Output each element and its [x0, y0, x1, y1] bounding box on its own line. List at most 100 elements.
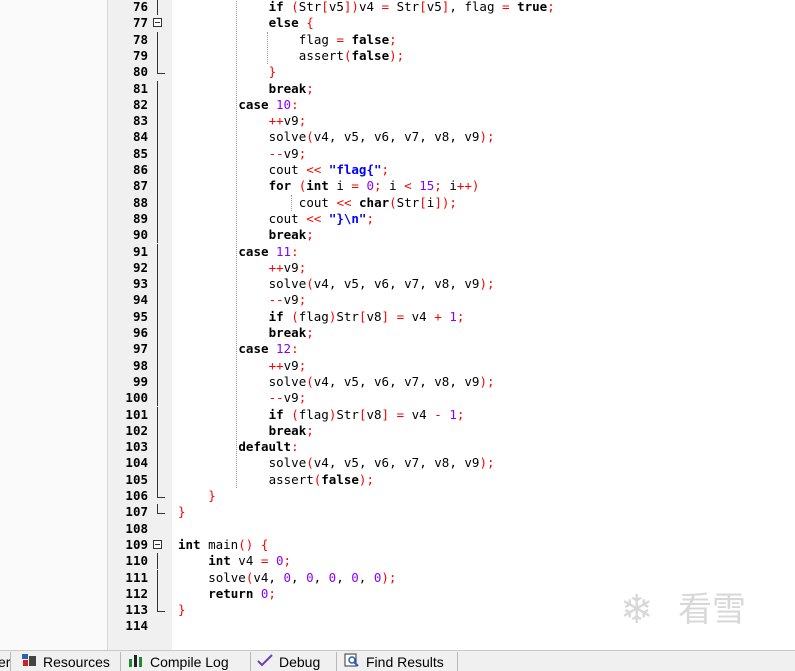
tab-compile-log-label: Compile Log [150, 654, 229, 670]
line-number: 108 [125, 520, 148, 536]
code-line[interactable]: 109 int main() { [108, 537, 795, 553]
fold-guide-line [157, 80, 158, 97]
code-text: int v4 = 0; [208, 553, 292, 569]
line-number: 95 [132, 308, 148, 324]
fold-guide-line [157, 145, 158, 162]
code-text: case 12: [238, 341, 299, 357]
code-line[interactable]: 91 case 11: [108, 243, 795, 260]
fold-guide-line [157, 47, 158, 65]
line-number: 76 [132, 0, 148, 14]
code-text: ++v9; [268, 357, 307, 373]
fold-guide-line [157, 210, 158, 228]
indent-guide [290, 194, 292, 211]
line-number: 103 [125, 439, 148, 455]
fold-guide-line [157, 455, 158, 472]
code-text: int main() { [178, 536, 269, 552]
code-line[interactable]: 81 break; [108, 80, 795, 97]
code-line[interactable]: 110 int v4 = 0; [108, 553, 795, 570]
code-text: cout << "flag{"; [268, 162, 390, 177]
tab-partial[interactable]: er [0, 652, 11, 671]
code-text: solve(v4, v5, v6, v7, v8, v9); [268, 129, 495, 145]
code-line[interactable]: 84 solve(v4, v5, v6, v7, v8, v9); [108, 129, 795, 146]
line-number: 90 [132, 227, 148, 243]
code-line[interactable]: 103 default: [108, 439, 795, 456]
code-line[interactable]: 79 assert(false); [108, 47, 795, 65]
code-line[interactable]: 95 if (flag)Str[v8] = v4 + 1; [108, 308, 795, 325]
fold-guide-line [157, 553, 158, 570]
code-line[interactable]: 83 ++v9; [108, 113, 795, 130]
code-line[interactable]: 87 for (int i = 0; i < 15; i++) [108, 178, 795, 195]
left-panel [0, 0, 108, 650]
code-text: else { [268, 15, 314, 31]
code-text: cout << "}\n"; [268, 210, 374, 226]
fold-collapse-icon[interactable] [153, 18, 162, 28]
tab-find-results[interactable]: Find Results [343, 652, 458, 671]
code-line[interactable]: 104 solve(v4, v5, v6, v7, v8, v9); [108, 455, 795, 472]
code-line[interactable]: 101 if (flag)Str[v8] = v4 - 1; [108, 406, 795, 423]
code-line[interactable]: 93 solve(v4, v5, v6, v7, v8, v9); [108, 276, 795, 293]
snowflake-icon: ❄ [620, 587, 654, 633]
tab-debug-label: Debug [279, 654, 321, 670]
code-line[interactable]: 76 if (Str[v5])v4 = Str[v5], flag = true; [108, 0, 795, 16]
code-line[interactable]: 106} [108, 488, 795, 504]
tab-debug[interactable]: Debug [256, 652, 337, 671]
code-line[interactable]: 94 --v9; [108, 292, 795, 309]
fold-guide-line [157, 227, 158, 244]
line-number: 93 [132, 276, 148, 292]
line-number: 79 [132, 47, 148, 63]
code-text: solve(v4, v5, v6, v7, v8, v9); [268, 373, 495, 389]
line-number: 89 [132, 210, 148, 226]
code-line[interactable]: 86 cout << "flag{"; [108, 162, 795, 179]
line-number: 77 [132, 15, 148, 31]
code-line[interactable]: 96 break; [108, 325, 795, 342]
line-number: 98 [132, 357, 148, 373]
code-line[interactable]: 105 assert(false); [108, 471, 795, 488]
code-line[interactable]: 107} [108, 504, 795, 520]
fold-guide-line [157, 292, 158, 309]
fold-guide-line [157, 178, 158, 195]
code-line[interactable]: 80} [108, 64, 795, 80]
code-line[interactable]: 111 solve(v4, 0, 0, 0, 0, 0); [108, 569, 795, 586]
code-line[interactable]: 108 [108, 521, 795, 537]
line-number: 109 [125, 536, 148, 552]
line-number: 96 [132, 325, 148, 340]
fold-guide-line [157, 194, 158, 211]
code-line[interactable]: 82 case 10: [108, 96, 795, 114]
code-line[interactable]: 98 ++v9; [108, 357, 795, 374]
code-text: } [178, 602, 186, 618]
code-line[interactable]: 92 ++v9; [108, 259, 795, 277]
code-line[interactable]: 85 --v9; [108, 145, 795, 162]
code-line[interactable]: 90 break; [108, 227, 795, 244]
code-editor[interactable]: 76 if (Str[v5])v4 = Str[v5], flag = true;… [108, 0, 795, 650]
tab-resources[interactable]: Resources [20, 652, 121, 671]
code-text: flag = false; [298, 31, 397, 47]
code-line[interactable]: 89 cout << "}\n"; [108, 210, 795, 228]
line-number: 101 [125, 406, 148, 422]
code-text: --v9; [268, 390, 307, 406]
line-number: 85 [132, 145, 148, 161]
line-number: 82 [132, 96, 148, 112]
code-text: solve(v4, v5, v6, v7, v8, v9); [268, 276, 495, 292]
line-number: 78 [132, 31, 148, 47]
fold-guide-line [157, 373, 158, 391]
fold-guide-line [157, 96, 158, 114]
line-number: 86 [132, 162, 148, 177]
code-text: solve(v4, 0, 0, 0, 0, 0); [208, 569, 397, 585]
code-line[interactable]: 77 else { [108, 15, 795, 31]
fold-collapse-icon[interactable] [153, 539, 162, 549]
code-text: solve(v4, v5, v6, v7, v8, v9); [268, 455, 495, 471]
code-line[interactable]: 78 flag = false; [108, 31, 795, 48]
code-line[interactable]: 100 --v9; [108, 390, 795, 407]
code-line[interactable]: 88 cout << char(Str[i]); [108, 194, 795, 211]
fold-guide-line [157, 585, 158, 603]
code-text: default: [238, 439, 299, 455]
code-text: return 0; [208, 585, 276, 601]
tab-compile-log[interactable]: Compile Log [127, 652, 251, 671]
code-line[interactable]: 102 break; [108, 422, 795, 440]
code-line[interactable]: 99 solve(v4, v5, v6, v7, v8, v9); [108, 373, 795, 391]
code-line[interactable]: 97 case 12: [108, 341, 795, 358]
fold-guide-line [157, 243, 158, 260]
fold-guide-line [157, 406, 158, 423]
indent-guide [236, 0, 238, 488]
line-number: 92 [132, 259, 148, 275]
